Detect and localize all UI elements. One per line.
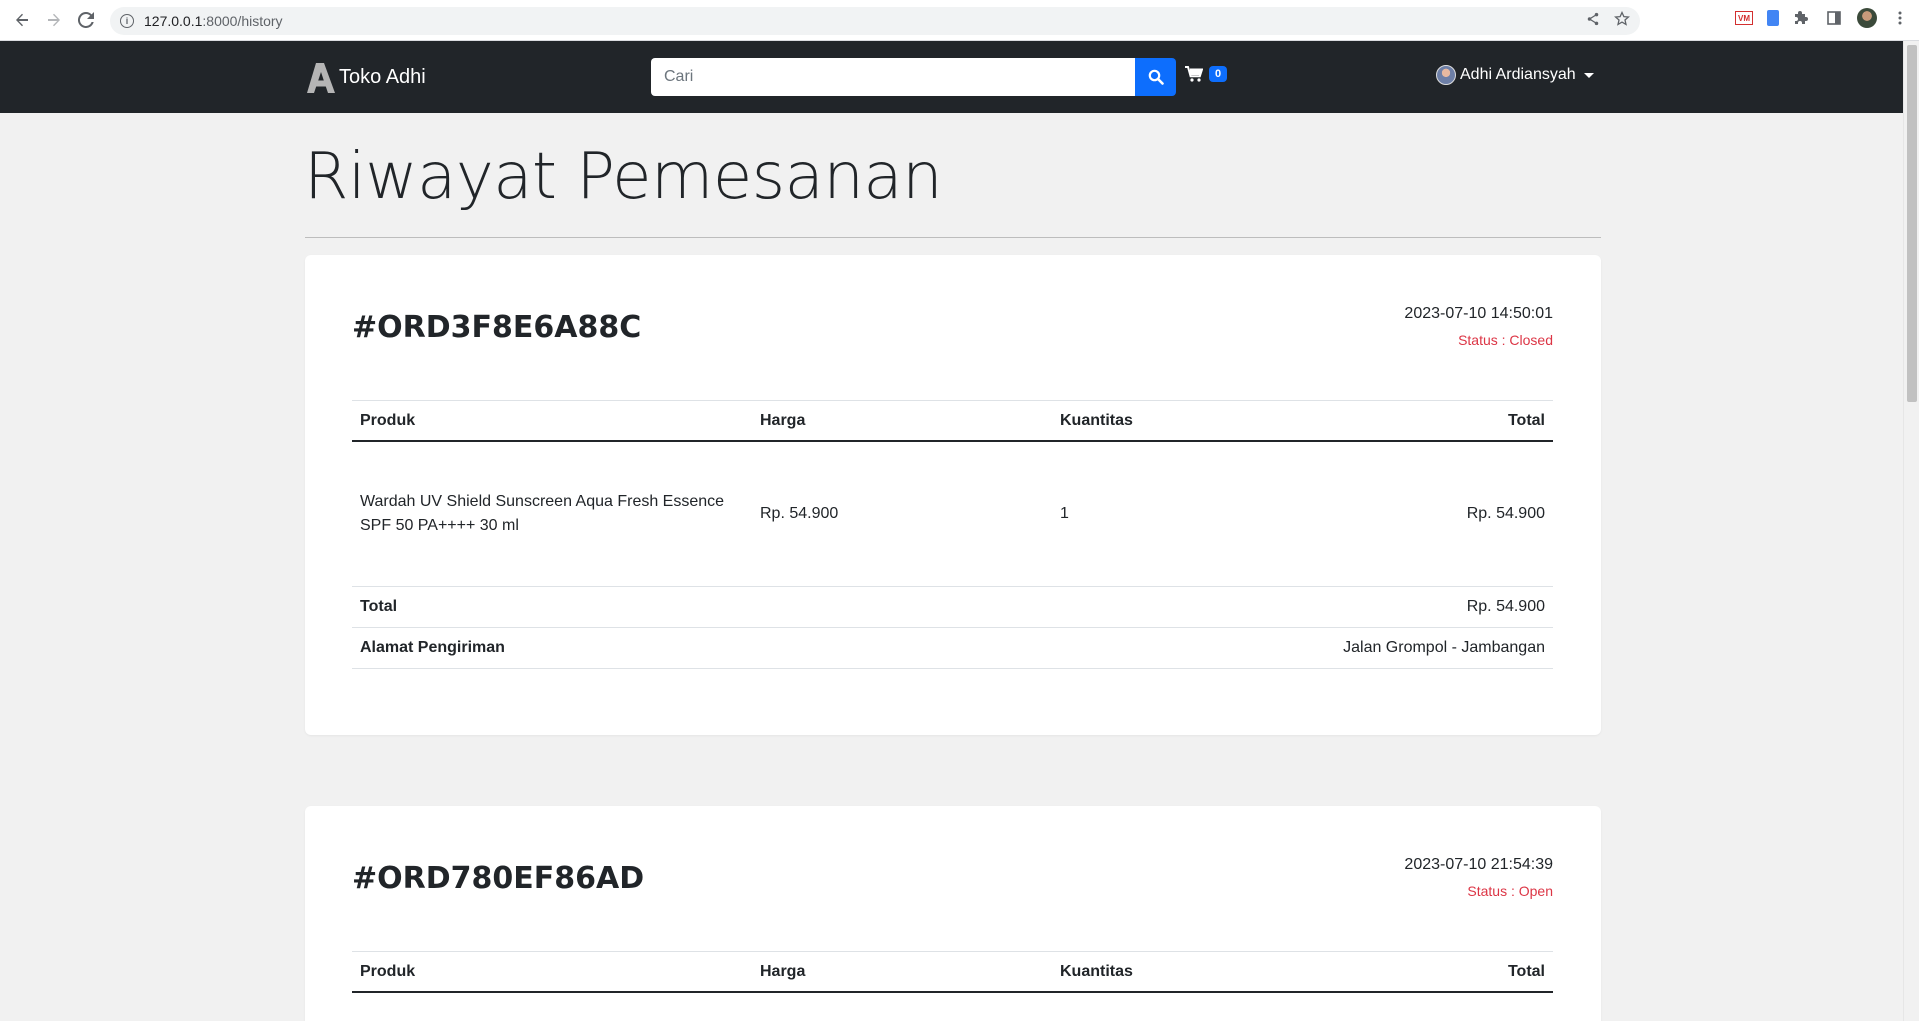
header-quantity: Kuantitas — [1060, 411, 1133, 429]
url-path: :8000/history — [202, 13, 283, 29]
item-total: Rp. 54.900 — [1466, 505, 1545, 522]
cart-count-badge: 0 — [1209, 66, 1228, 82]
user-name: Adhi Ardiansyah — [1460, 66, 1576, 83]
puzzle-icon[interactable] — [1793, 9, 1811, 27]
user-menu-dropdown[interactable]: Adhi Ardiansyah — [1436, 65, 1594, 85]
url-text: 127.0.0.1:8000/history — [144, 13, 283, 29]
reload-icon[interactable] — [70, 4, 102, 36]
share-icon[interactable] — [1586, 12, 1600, 30]
item-product: Wardah UV Shield Sunscreen Aqua Fresh Es… — [360, 493, 725, 534]
more-icon[interactable] — [1891, 9, 1909, 27]
header-price: Harga — [760, 962, 806, 980]
order-items-table: Produk Harga Kuantitas Total — [352, 951, 1553, 993]
table-header-row: Produk Harga Kuantitas Total — [352, 400, 1553, 442]
brand-name: Toko Adhi — [339, 65, 426, 88]
brand-link[interactable]: Toko Adhi — [305, 61, 426, 93]
page-title: Riwayat Pemesanan — [304, 140, 943, 214]
header-product: Produk — [360, 962, 416, 980]
order-card: #ORD3F8E6A88C 2023-07-10 14:50:01 Status… — [305, 255, 1601, 735]
table-row: Wardah UV Shield Sunscreen Aqua Fresh Es… — [352, 442, 1553, 587]
cart-link[interactable]: 0 — [1185, 66, 1228, 82]
item-quantity: 1 — [1060, 505, 1069, 522]
cart-icon — [1185, 66, 1203, 82]
forward-arrow-icon[interactable] — [38, 4, 70, 36]
site-info-icon[interactable]: i — [120, 14, 134, 28]
order-id: #ORD780EF86AD — [352, 861, 645, 896]
order-total-value: Rp. 54.900 — [1466, 598, 1545, 615]
vm-extension-icon[interactable]: VM — [1735, 11, 1753, 25]
table-header-row: Produk Harga Kuantitas Total — [352, 951, 1553, 993]
caret-down-icon — [1583, 72, 1594, 78]
search-icon — [1148, 69, 1164, 85]
document-extension-icon[interactable] — [1767, 10, 1779, 26]
header-total: Total — [1507, 962, 1545, 980]
search-input[interactable] — [651, 58, 1136, 96]
brand-logo-icon — [307, 63, 335, 93]
header-product: Produk — [360, 411, 416, 429]
shipping-address-value: Jalan Grompol - Jambangan — [1343, 639, 1545, 656]
search-form — [651, 58, 1176, 96]
order-id: #ORD3F8E6A88C — [352, 310, 642, 345]
user-avatar — [1436, 65, 1456, 85]
url-host: 127.0.0.1 — [144, 13, 203, 29]
shipping-address-row: Alamat Pengiriman Jalan Grompol - Jamban… — [352, 628, 1553, 669]
profile-avatar[interactable] — [1857, 8, 1877, 28]
star-icon[interactable] — [1614, 10, 1630, 31]
order-total-label: Total — [360, 598, 398, 615]
back-arrow-icon[interactable] — [6, 4, 38, 36]
order-card: #ORD780EF86AD 2023-07-10 21:54:39 Status… — [305, 806, 1601, 1021]
page-scrollbar[interactable] — [1903, 41, 1919, 1021]
search-button[interactable] — [1135, 58, 1176, 96]
order-status: Status : Closed — [1458, 332, 1553, 348]
title-divider — [305, 237, 1601, 238]
header-total: Total — [1507, 411, 1545, 429]
header-price: Harga — [760, 411, 806, 429]
order-status: Status : Open — [1467, 883, 1553, 899]
shipping-address-label: Alamat Pengiriman — [360, 639, 505, 656]
order-date: 2023-07-10 14:50:01 — [1404, 305, 1553, 322]
scrollbar-thumb[interactable] — [1907, 45, 1917, 402]
item-price: Rp. 54.900 — [760, 505, 839, 522]
sidebar-icon[interactable] — [1825, 9, 1843, 27]
order-items-table: Produk Harga Kuantitas Total Wardah UV S… — [352, 400, 1553, 669]
header-quantity: Kuantitas — [1060, 962, 1133, 980]
address-bar[interactable]: i 127.0.0.1:8000/history — [110, 7, 1640, 35]
browser-toolbar: i 127.0.0.1:8000/history VM — [0, 0, 1919, 41]
order-total-row: Total Rp. 54.900 — [352, 587, 1553, 628]
site-navbar: Toko Adhi 0 Adhi Ardiansyah — [0, 41, 1903, 113]
order-date: 2023-07-10 21:54:39 — [1404, 856, 1553, 873]
